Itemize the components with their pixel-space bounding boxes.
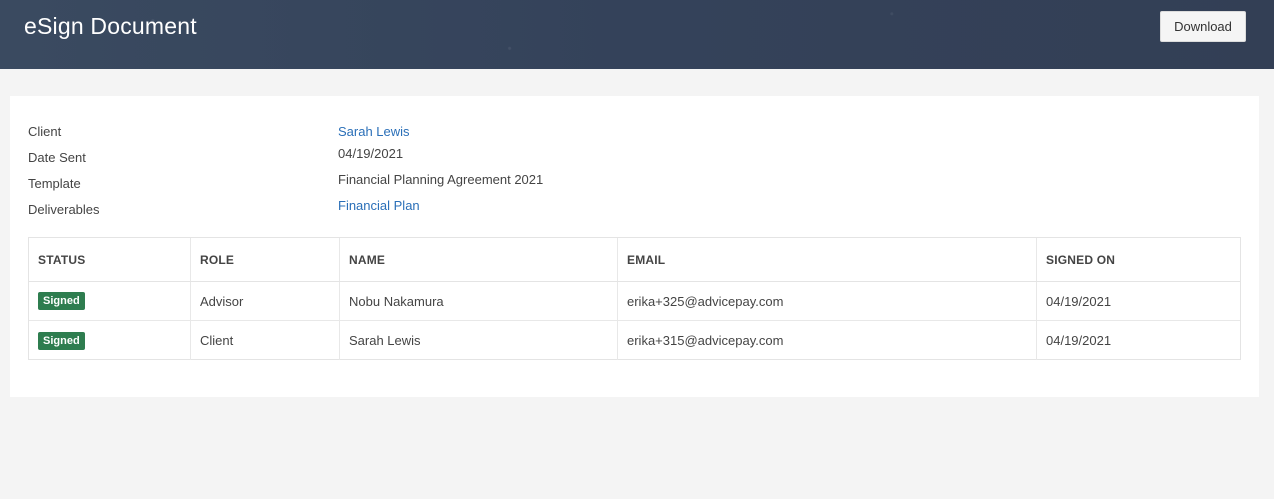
table-row: Signed Advisor Nobu Nakamura erika+325@a… <box>29 282 1240 321</box>
signers-table: STATUS ROLE NAME EMAIL SIGNED ON Signed … <box>28 237 1241 360</box>
column-header-email: EMAIL <box>617 238 1036 281</box>
signed-on-cell: 04/19/2021 <box>1036 321 1242 360</box>
column-header-signed-on: SIGNED ON <box>1036 238 1242 281</box>
column-header-status: STATUS <box>38 252 86 267</box>
deliverables-label: Deliverables <box>28 202 100 217</box>
page-header: eSign Document Download <box>0 0 1274 69</box>
status-cell: Signed <box>29 282 190 320</box>
status-badge: Signed <box>38 331 85 350</box>
document-card: Client Sarah Lewis Date Sent 04/19/2021 … <box>10 96 1259 397</box>
template-value: Financial Planning Agreement 2021 <box>338 172 544 187</box>
date-sent-value: 04/19/2021 <box>338 146 404 161</box>
status-badge: Signed <box>38 292 85 310</box>
table-header: STATUS ROLE NAME EMAIL SIGNED ON <box>29 238 1240 282</box>
template-label: Template <box>28 176 81 191</box>
role-cell: Advisor <box>190 282 339 320</box>
client-label: Client <box>28 124 62 139</box>
email-cell: erika+325@advicepay.com <box>617 282 1036 320</box>
name-cell: Sarah Lewis <box>339 321 617 360</box>
date-sent-label: Date Sent <box>28 150 86 165</box>
email-cell: erika+315@advicepay.com <box>617 321 1036 360</box>
signed-on-cell: 04/19/2021 <box>1036 282 1242 320</box>
column-header-name: NAME <box>339 238 617 281</box>
download-button[interactable]: Download <box>1160 11 1246 42</box>
page-title: eSign Document <box>24 13 197 39</box>
status-cell: Signed <box>29 321 190 360</box>
name-cell: Nobu Nakamura <box>339 282 617 320</box>
client-link[interactable]: Sarah Lewis <box>338 124 410 139</box>
table-row: Signed Client Sarah Lewis erika+315@advi… <box>29 321 1240 360</box>
column-header-role: ROLE <box>190 238 339 281</box>
role-cell: Client <box>190 321 339 360</box>
deliverables-link[interactable]: Financial Plan <box>338 198 420 213</box>
